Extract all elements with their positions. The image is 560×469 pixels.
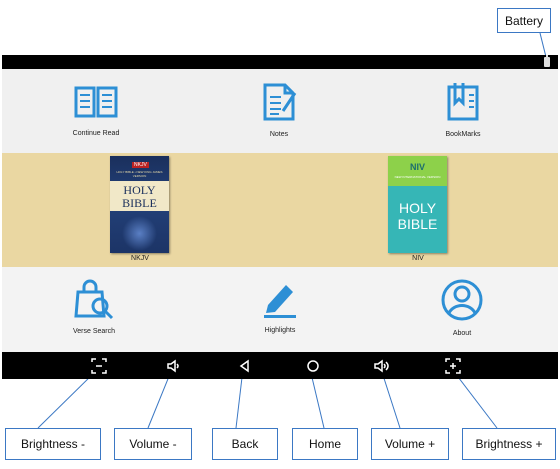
battery-callout: Battery bbox=[497, 8, 551, 33]
notes-label: Notes bbox=[269, 131, 289, 138]
niv-cover-badge: NIV bbox=[409, 162, 425, 172]
highlights-tile[interactable]: Highlights bbox=[230, 279, 330, 334]
home-callout: Home bbox=[292, 428, 358, 460]
back-callout: Back bbox=[212, 428, 278, 460]
bibles-row: NKJV HOLY BIBLE • NEW KING JAMES VERSION… bbox=[2, 153, 558, 267]
home-icon[interactable] bbox=[305, 358, 321, 374]
shopping-bag-search-icon bbox=[74, 279, 114, 320]
continue-read-label: Continue Read bbox=[72, 130, 120, 137]
bookmark-icon bbox=[447, 83, 479, 121]
brightness-plus-callout: Brightness + bbox=[462, 428, 556, 460]
niv-cover: NIV NEW INTERNATIONAL VERSION HOLY BIBLE bbox=[388, 156, 447, 253]
notepad-pencil-icon bbox=[263, 83, 297, 121]
volume-plus-callout: Volume + bbox=[371, 428, 449, 460]
about-label: About bbox=[452, 330, 472, 337]
user-circle-icon bbox=[441, 279, 483, 321]
brightness-minus-icon[interactable] bbox=[91, 358, 107, 374]
highlights-label: Highlights bbox=[264, 327, 296, 334]
navigation-bar bbox=[2, 352, 558, 379]
verse-search-label: Verse Search bbox=[72, 328, 116, 335]
volume-minus-icon[interactable] bbox=[166, 358, 182, 374]
back-icon[interactable] bbox=[237, 358, 253, 374]
about-tile[interactable]: About bbox=[412, 278, 512, 337]
continue-read-tile[interactable]: Continue Read bbox=[46, 82, 146, 137]
highlighter-pen-icon bbox=[264, 285, 296, 318]
status-bar bbox=[2, 55, 558, 69]
nkjv-bible-tile[interactable]: NKJV HOLY BIBLE • NEW KING JAMES VERSION… bbox=[90, 156, 190, 262]
niv-title-line1: HOLY bbox=[398, 200, 437, 216]
niv-cover-subtitle: NEW INTERNATIONAL VERSION bbox=[394, 175, 441, 179]
volume-plus-icon[interactable] bbox=[374, 358, 390, 374]
bookmarks-label: BookMarks bbox=[445, 131, 481, 138]
nkjv-cover-subtitle: HOLY BIBLE • NEW KING JAMES VERSION bbox=[116, 170, 163, 178]
niv-label: NIV bbox=[412, 255, 424, 262]
bookmarks-tile[interactable]: BookMarks bbox=[413, 81, 513, 138]
nkjv-title-line2: BIBLE bbox=[122, 196, 157, 210]
brightness-plus-icon[interactable] bbox=[445, 358, 461, 374]
brightness-minus-callout: Brightness - bbox=[5, 428, 101, 460]
top-menu-row: Continue Read Notes BookMarks bbox=[2, 69, 558, 153]
niv-title-line2: BIBLE bbox=[397, 216, 438, 232]
volume-minus-callout: Volume - bbox=[114, 428, 192, 460]
nkjv-cover-badge: NKJV bbox=[132, 162, 149, 168]
nkjv-cover: NKJV HOLY BIBLE • NEW KING JAMES VERSION… bbox=[110, 156, 169, 253]
battery-icon bbox=[544, 55, 550, 67]
niv-bible-tile[interactable]: NIV NEW INTERNATIONAL VERSION HOLY BIBLE… bbox=[368, 156, 468, 262]
bottom-menu-row: Verse Search Highlights About bbox=[2, 267, 558, 352]
notes-tile[interactable]: Notes bbox=[229, 81, 329, 138]
verse-search-tile[interactable]: Verse Search bbox=[44, 278, 144, 335]
open-book-icon bbox=[74, 86, 118, 118]
nkjv-label: NKJV bbox=[131, 255, 149, 262]
